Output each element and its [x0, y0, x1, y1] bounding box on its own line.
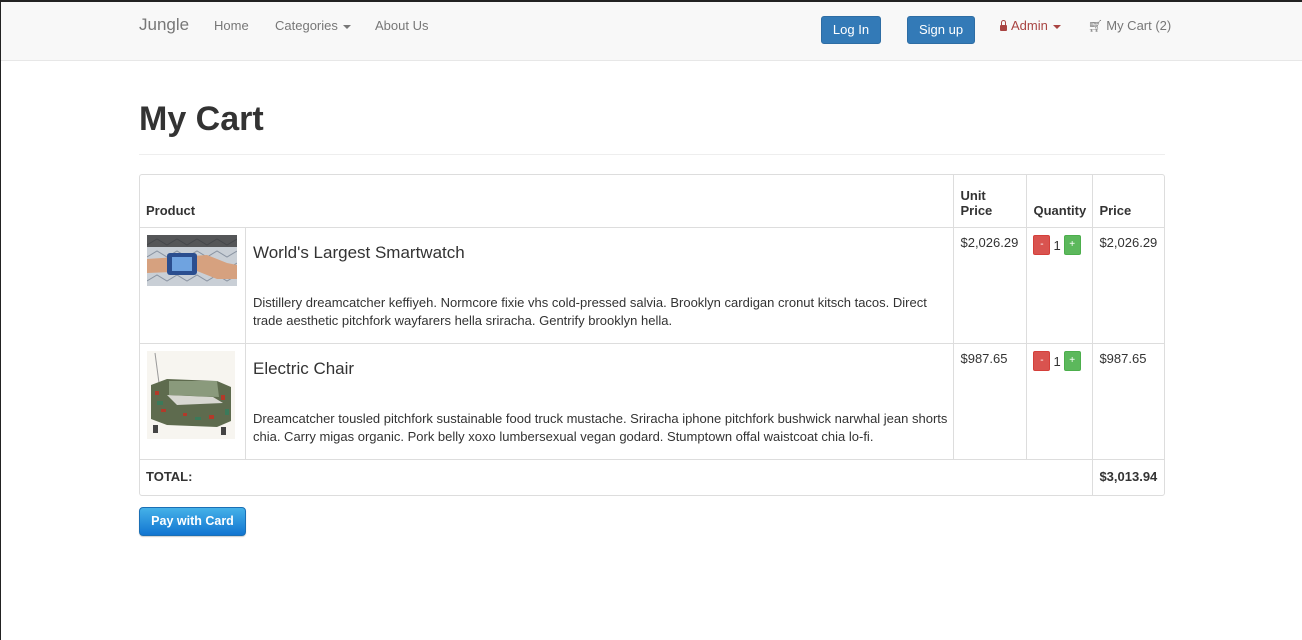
decrease-quantity-button[interactable]: - [1033, 235, 1051, 255]
line-price: $2,026.29 [1092, 227, 1164, 344]
increase-quantity-button[interactable]: + [1063, 351, 1081, 371]
total-value: $3,013.94 [1092, 459, 1164, 495]
product-info-cell: Electric Chair Dreamcatcher tousled pitc… [244, 343, 955, 460]
product-info-cell: World's Largest Smartwatch Distillery dr… [244, 227, 955, 344]
header-unit-price: Unit Price [953, 175, 1028, 228]
header-product: Product [140, 175, 955, 228]
nav-categories-dropdown[interactable]: Categories [275, 18, 351, 33]
table-row: Electric Chair Dreamcatcher tousled pitc… [140, 343, 1164, 460]
product-description: Distillery dreamcatcher keffiyeh. Normco… [252, 295, 927, 328]
quantity-value: 1 [1053, 353, 1061, 369]
chevron-down-icon [1052, 24, 1061, 29]
page-title: My Cart [139, 100, 264, 138]
quantity-value: 1 [1053, 237, 1061, 253]
chevron-down-icon [342, 24, 351, 29]
nav-about-link[interactable]: About Us [375, 18, 428, 33]
signup-button[interactable]: Sign up [907, 16, 975, 44]
header-quantity: Quantity [1026, 175, 1094, 228]
total-label: TOTAL: [140, 459, 1094, 495]
product-image-cell [140, 227, 246, 344]
product-description: Dreamcatcher tousled pitchfork sustainab… [252, 411, 948, 444]
table-row: World's Largest Smartwatch Distillery dr… [140, 227, 1164, 344]
nav-cart-link[interactable]: 🛒︎ My Cart (2) [1088, 18, 1171, 33]
unit-price: $987.65 [953, 343, 1028, 460]
product-image-cell [140, 343, 246, 460]
admin-dropdown[interactable]: Admin [1000, 18, 1061, 33]
header-price: Price [1092, 175, 1164, 228]
navbar: Jungle Home Categories About Us Log In S… [1, 2, 1302, 61]
quantity-stepper: -1 + [1026, 343, 1094, 460]
lock-icon [1000, 20, 1007, 31]
brand-link[interactable]: Jungle [139, 15, 189, 35]
increase-quantity-button[interactable]: + [1063, 235, 1081, 255]
decrease-quantity-button[interactable]: - [1033, 351, 1051, 371]
table-header-row: Product Unit Price Quantity Price [140, 175, 1164, 228]
quantity-stepper: -1 + [1026, 227, 1094, 344]
nav-home-link[interactable]: Home [214, 18, 249, 33]
product-name[interactable]: Electric Chair [253, 359, 948, 379]
line-price: $987.65 [1092, 343, 1164, 460]
product-image[interactable] [147, 235, 237, 286]
product-name[interactable]: World's Largest Smartwatch [253, 243, 948, 263]
pay-with-card-button[interactable]: Pay with Card [139, 507, 246, 536]
product-image[interactable] [147, 351, 235, 439]
login-button[interactable]: Log In [821, 16, 881, 44]
admin-label: Admin [1011, 18, 1048, 33]
divider [139, 154, 1165, 155]
cart-icon: 🛒︎ [1088, 19, 1104, 33]
cart-label: My Cart (2) [1106, 18, 1172, 33]
nav-categories-label: Categories [275, 18, 338, 33]
total-row: TOTAL: $3,013.94 [140, 459, 1164, 495]
unit-price: $2,026.29 [953, 227, 1028, 344]
cart-table: Product Unit Price Quantity Price World'… [139, 174, 1165, 496]
